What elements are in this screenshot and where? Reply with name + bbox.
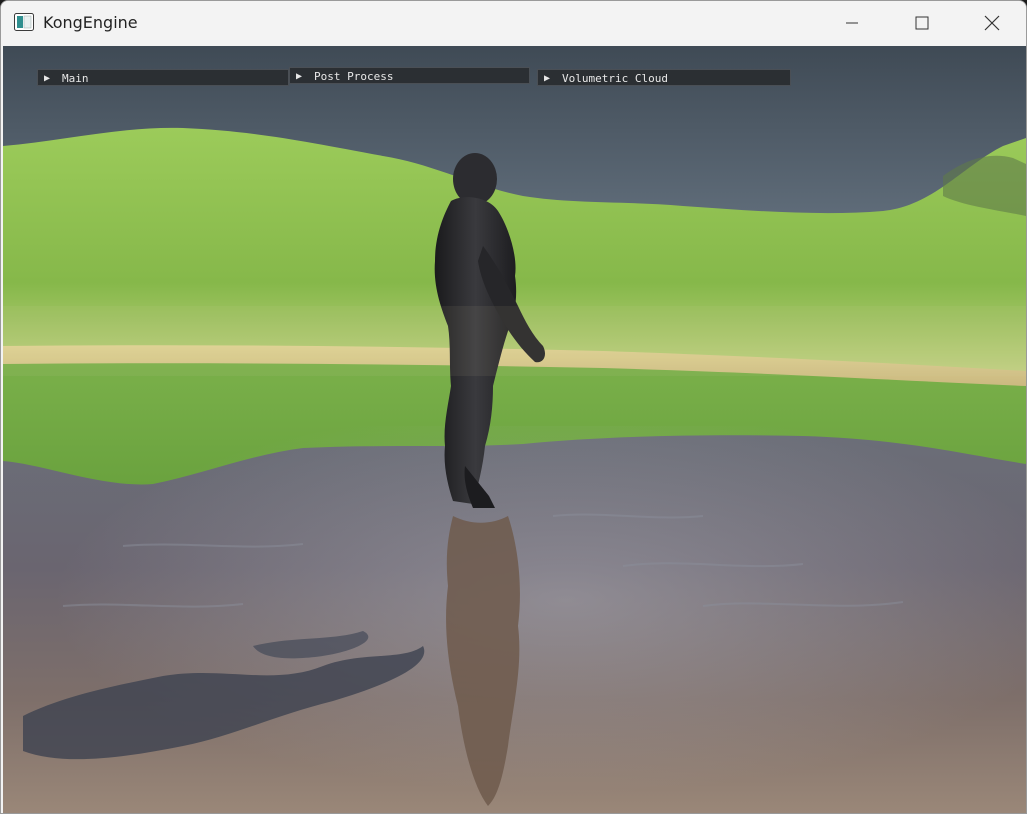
scene-render [3,46,1026,813]
render-viewport[interactable]: ▶ Main ▶ Post Process ▶ Volumetric Cloud [3,46,1026,813]
close-button[interactable] [957,1,1026,45]
expand-arrow-icon: ▶ [296,71,303,82]
panel-main[interactable]: ▶ Main [37,69,289,86]
maximize-button[interactable] [887,1,957,45]
maximize-icon [915,16,929,30]
close-icon [984,15,1000,31]
minimize-button[interactable] [817,1,887,45]
app-icon [14,13,34,31]
minimize-icon [846,22,858,24]
app-window: KongEngine ▶ Main ▶ Post Process ▶ Volum… [0,0,1027,814]
panel-main-label: Main [62,72,89,85]
title-bar[interactable]: KongEngine [1,1,1026,45]
panel-volumetric-cloud-label: Volumetric Cloud [562,72,668,85]
expand-arrow-icon: ▶ [544,73,551,84]
expand-arrow-icon: ▶ [44,73,51,84]
panel-volumetric-cloud[interactable]: ▶ Volumetric Cloud [537,69,791,86]
window-title: KongEngine [43,13,138,32]
panel-post-process-label: Post Process [314,70,394,83]
panel-post-process[interactable]: ▶ Post Process [289,67,530,84]
